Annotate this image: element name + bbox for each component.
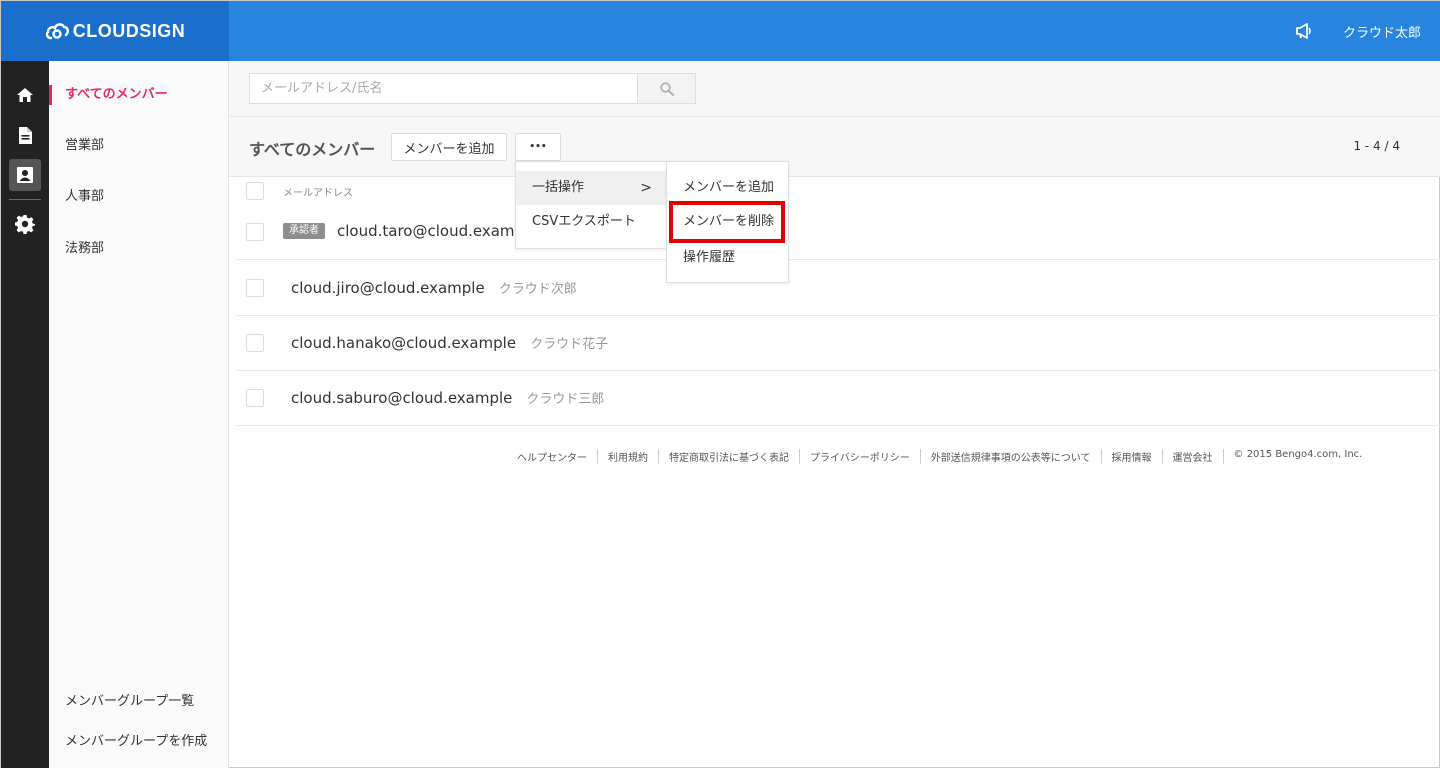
sidebar-item-hr[interactable]: 人事部 xyxy=(49,187,228,207)
sidebar-item-group-list[interactable]: メンバーグループ一覧 xyxy=(49,692,228,712)
member-name: クラウド三郎 xyxy=(526,392,605,407)
footer-link-company[interactable]: 運営会社 xyxy=(1161,449,1223,464)
table-row[interactable]: cloud.saburo@cloud.example クラウド三郎 xyxy=(237,371,1440,426)
footer-link-terms[interactable]: 利用規約 xyxy=(597,449,658,464)
member-email: cloud.saburo@cloud.example クラウド三郎 xyxy=(291,389,605,407)
member-email: cloud.jiro@cloud.example クラウド次郎 xyxy=(291,279,577,297)
search-bar xyxy=(229,61,1440,117)
table-header: メールアドレス xyxy=(229,177,1440,205)
table-row[interactable]: cloud.hanako@cloud.example クラウド花子 xyxy=(237,316,1440,371)
main-content: すべてのメンバー メンバーを追加 ••• 1 - 4 / 4 メールアドレス 承… xyxy=(229,61,1440,768)
top-header: CLOUDSIGN クラウド太郎 xyxy=(1,1,1440,61)
document-icon[interactable] xyxy=(9,119,41,151)
copyright: © 2015 Bengo4.com, Inc. xyxy=(1222,449,1373,464)
sidebar: すべてのメンバー 営業部 人事部 法務部 メンバーグループ一覧 メンバーグループ… xyxy=(49,61,229,768)
rail-divider xyxy=(9,199,41,200)
icon-rail xyxy=(1,61,49,768)
footer-link-privacy[interactable]: プライバシーポリシー xyxy=(799,449,920,464)
sidebar-item-legal[interactable]: 法務部 xyxy=(49,239,228,259)
header-right: クラウド太郎 xyxy=(1295,1,1421,61)
menu-item-bulk[interactable]: 一括操作 > xyxy=(516,171,666,205)
cloud-logo-icon xyxy=(45,23,69,40)
row-checkbox[interactable] xyxy=(246,334,264,352)
row-checkbox[interactable] xyxy=(246,389,264,407)
member-name: クラウド花子 xyxy=(530,337,609,352)
table-row[interactable]: cloud.jiro@cloud.example クラウド次郎 xyxy=(237,261,1440,316)
search-input[interactable] xyxy=(249,73,639,104)
footer-link-external[interactable]: 外部送信規律事項の公表等について xyxy=(919,449,1101,464)
add-member-button[interactable]: メンバーを追加 xyxy=(391,133,507,161)
approver-badge: 承認者 xyxy=(283,223,325,239)
home-icon[interactable] xyxy=(9,79,41,111)
sidebar-item-sales[interactable]: 営業部 xyxy=(49,136,228,156)
submenu-item-history[interactable]: 操作履歴 xyxy=(667,241,788,275)
gear-icon[interactable] xyxy=(9,208,41,240)
row-checkbox[interactable] xyxy=(246,279,264,297)
table-row[interactable]: 承認者 cloud.taro@cloud.example xyxy=(237,205,1440,260)
search-icon xyxy=(659,81,674,96)
footer: ヘルプセンター 利用規約 特定商取引法に基づく表記 プライバシーポリシー 外部送… xyxy=(501,449,1372,464)
row-checkbox[interactable] xyxy=(246,223,264,241)
member-name: クラウド次郎 xyxy=(498,282,577,297)
pagination: 1 - 4 / 4 xyxy=(1353,139,1400,153)
megaphone-icon[interactable] xyxy=(1295,23,1313,39)
submenu-item-add-member[interactable]: メンバーを追加 xyxy=(667,171,788,205)
contacts-icon[interactable] xyxy=(9,159,41,191)
bulk-submenu: メンバーを追加 メンバーを削除 操作履歴 xyxy=(666,161,789,283)
more-menu: 一括操作 > CSVエクスポート xyxy=(515,161,667,249)
title-bar: すべてのメンバー メンバーを追加 ••• 1 - 4 / 4 xyxy=(229,117,1440,177)
user-name[interactable]: クラウド太郎 xyxy=(1343,22,1421,41)
logo[interactable]: CLOUDSIGN xyxy=(1,1,229,61)
select-all-checkbox[interactable] xyxy=(246,182,264,200)
sidebar-item-all-members[interactable]: すべてのメンバー xyxy=(49,85,228,105)
search-button[interactable] xyxy=(637,73,696,104)
menu-item-csv-export[interactable]: CSVエクスポート xyxy=(516,205,666,239)
column-email: メールアドレス xyxy=(283,188,353,199)
logo-text: CLOUDSIGN xyxy=(72,20,186,41)
submenu-item-delete-member[interactable]: メンバーを削除 xyxy=(667,205,788,239)
footer-link-careers[interactable]: 採用情報 xyxy=(1100,449,1162,464)
sidebar-item-create-group[interactable]: メンバーグループを作成 xyxy=(49,732,228,752)
footer-link-help[interactable]: ヘルプセンター xyxy=(501,449,597,464)
member-email: cloud.hanako@cloud.example クラウド花子 xyxy=(291,334,609,352)
member-email: cloud.taro@cloud.example xyxy=(337,222,538,240)
page-title: すべてのメンバー xyxy=(249,140,376,159)
footer-link-commerce[interactable]: 特定商取引法に基づく表記 xyxy=(658,449,799,464)
chevron-right-icon: > xyxy=(640,180,652,196)
more-button[interactable]: ••• xyxy=(515,133,561,161)
